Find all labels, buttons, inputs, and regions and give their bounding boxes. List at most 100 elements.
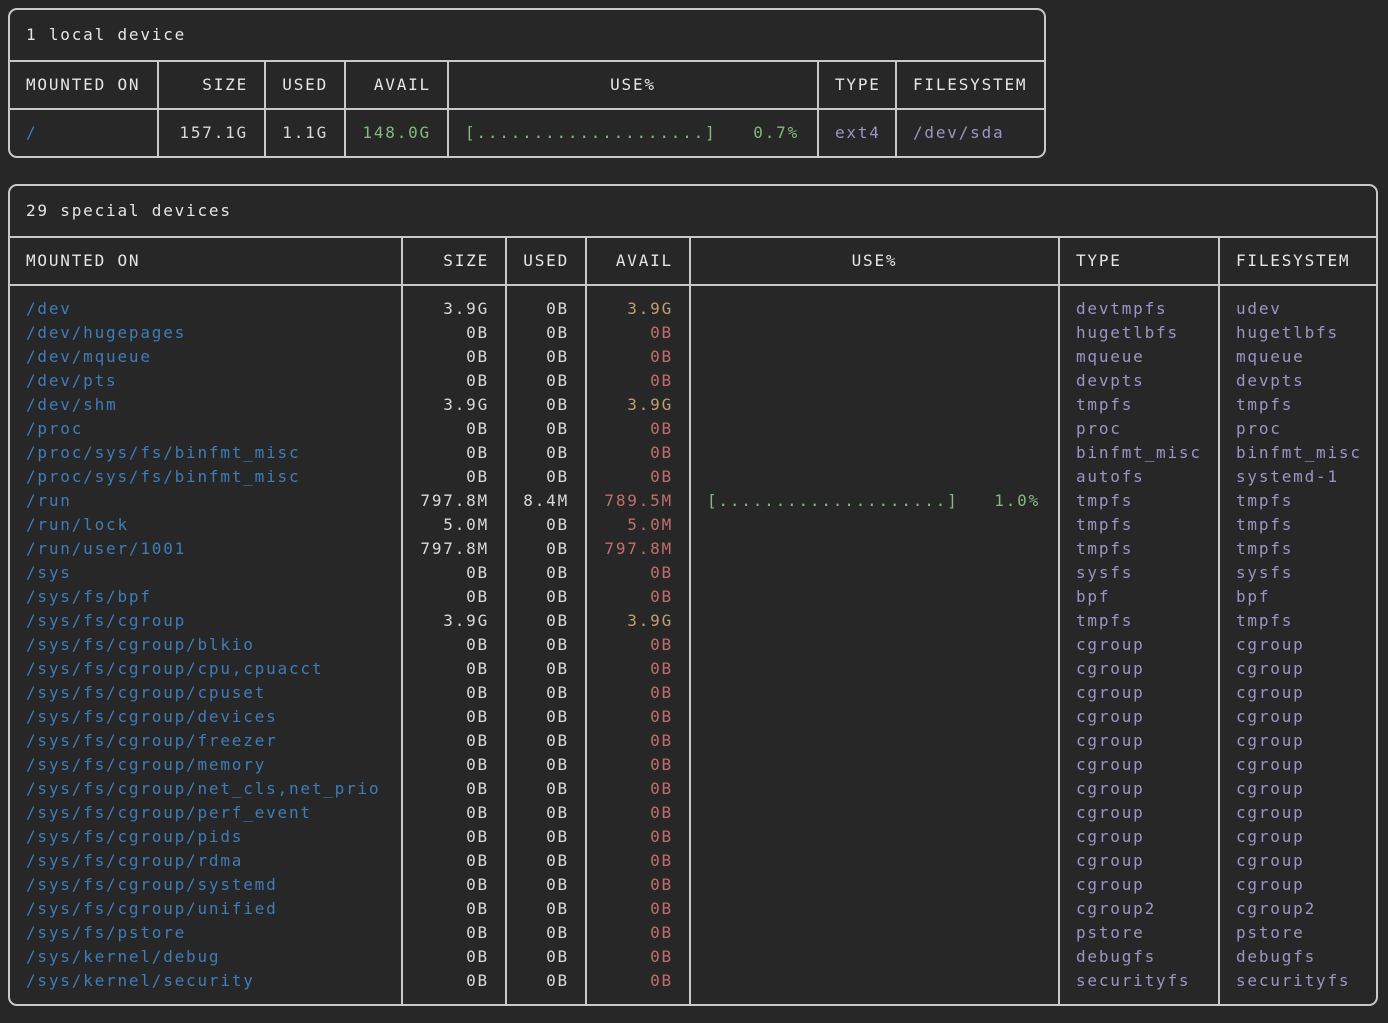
size-value: 0B [401,945,505,969]
usage-cell [689,393,1058,417]
used-value: 0B [505,633,585,657]
usage-cell [689,465,1058,489]
used-value: 0B [505,681,585,705]
avail-value: 0B [585,585,689,609]
used-value: 0B [505,825,585,849]
size-value: 0B [401,825,505,849]
usage-cell [689,897,1058,921]
used-value: 8.4M [505,489,585,513]
column-header-use: USE% [689,238,1058,284]
fs-type: cgroup [1058,657,1218,681]
usage-cell [689,657,1058,681]
fs-type: cgroup [1058,681,1218,705]
mount-point: /proc [10,417,401,441]
filesystem-name: debugfs [1218,945,1376,969]
filesystem-name: devpts [1218,369,1376,393]
column-header-used: USED [264,62,344,108]
avail-value: 0B [585,465,689,489]
fs-type: tmpfs [1058,393,1218,417]
avail-value: 5.0M [585,513,689,537]
mount-point: /dev/shm [10,393,401,417]
fs-type: devpts [1058,369,1218,393]
size-value: 0B [401,561,505,585]
local-devices-header-row: MOUNTED ONSIZEUSEDAVAILUSE%TYPEFILESYSTE… [10,62,1044,110]
mount-point: /dev [10,286,401,321]
usage-bar: [....................] [465,121,717,145]
fs-type: autofs [1058,465,1218,489]
used-value: 0B [505,729,585,753]
used-value: 0B [505,286,585,321]
filesystem-name: hugetlbfs [1218,321,1376,345]
size-value: 3.9G [401,286,505,321]
mount-point: /dev/hugepages [10,321,401,345]
size-value: 0B [401,585,505,609]
filesystem-name: mqueue [1218,345,1376,369]
size-value: 3.9G [401,609,505,633]
fs-type: bpf [1058,585,1218,609]
size-value: 0B [401,345,505,369]
size-value: 0B [401,657,505,681]
filesystem-name: cgroup [1218,777,1376,801]
size-value: 3.9G [401,393,505,417]
fs-type: cgroup [1058,633,1218,657]
size-value: 0B [401,465,505,489]
size-value: 0B [401,753,505,777]
used-value: 0B [505,369,585,393]
used-value: 0B [505,345,585,369]
avail-value: 0B [585,369,689,393]
usage-cell: [....................]0.7% [447,110,817,156]
fs-type: cgroup2 [1058,897,1218,921]
used-value: 0B [505,777,585,801]
special-devices-table: 29 special devices MOUNTED ONSIZEUSEDAVA… [8,184,1378,1006]
fs-type: cgroup [1058,729,1218,753]
column-header-filesystem: FILESYSTEM [895,62,1044,108]
mount-point: /sys/fs/cgroup/unified [10,897,401,921]
usage-cell [689,753,1058,777]
filesystem-name: cgroup [1218,825,1376,849]
filesystem-name: tmpfs [1218,393,1376,417]
avail-value: 0B [585,657,689,681]
usage-cell [689,286,1058,321]
fs-type: tmpfs [1058,489,1218,513]
size-value: 0B [401,801,505,825]
column-header-avail: AVAIL [585,238,689,284]
mount-point: /sys/fs/pstore [10,921,401,945]
usage-cell [689,417,1058,441]
usage-cell [689,825,1058,849]
column-header-size: SIZE [401,238,505,284]
column-header-type: TYPE [1058,238,1218,284]
size-value: 0B [401,897,505,921]
fs-type: proc [1058,417,1218,441]
used-value: 0B [505,609,585,633]
used-value: 0B [505,969,585,1004]
usage-percent: 1.0% [994,489,1040,513]
mount-point: /sys/fs/cgroup/blkio [10,633,401,657]
mount-point: /sys/fs/cgroup [10,609,401,633]
avail-value: 148.0G [344,110,447,156]
filesystem-name: tmpfs [1218,489,1376,513]
size-value: 797.8M [401,537,505,561]
fs-type: binfmt_misc [1058,441,1218,465]
mount-point: /run/lock [10,513,401,537]
column-header-mountedon: MOUNTED ON [10,238,401,284]
used-value: 0B [505,465,585,489]
special-devices-body: /dev3.9G0B3.9Gdevtmpfsudev/dev/hugepages… [10,286,1376,1004]
mount-point: /sys/fs/cgroup/systemd [10,873,401,897]
usage-cell [689,561,1058,585]
avail-value: 0B [585,681,689,705]
filesystem-name: cgroup [1218,705,1376,729]
fs-type: debugfs [1058,945,1218,969]
fs-type: cgroup [1058,705,1218,729]
size-value: 0B [401,633,505,657]
fs-type: cgroup [1058,753,1218,777]
avail-value: 0B [585,321,689,345]
filesystem-name: cgroup [1218,801,1376,825]
usage-cell [689,873,1058,897]
avail-value: 0B [585,729,689,753]
usage-cell [689,369,1058,393]
local-devices-table: 1 local device MOUNTED ONSIZEUSEDAVAILUS… [8,8,1046,158]
avail-value: 0B [585,345,689,369]
avail-value: 0B [585,897,689,921]
size-value: 0B [401,873,505,897]
filesystem-name: proc [1218,417,1376,441]
